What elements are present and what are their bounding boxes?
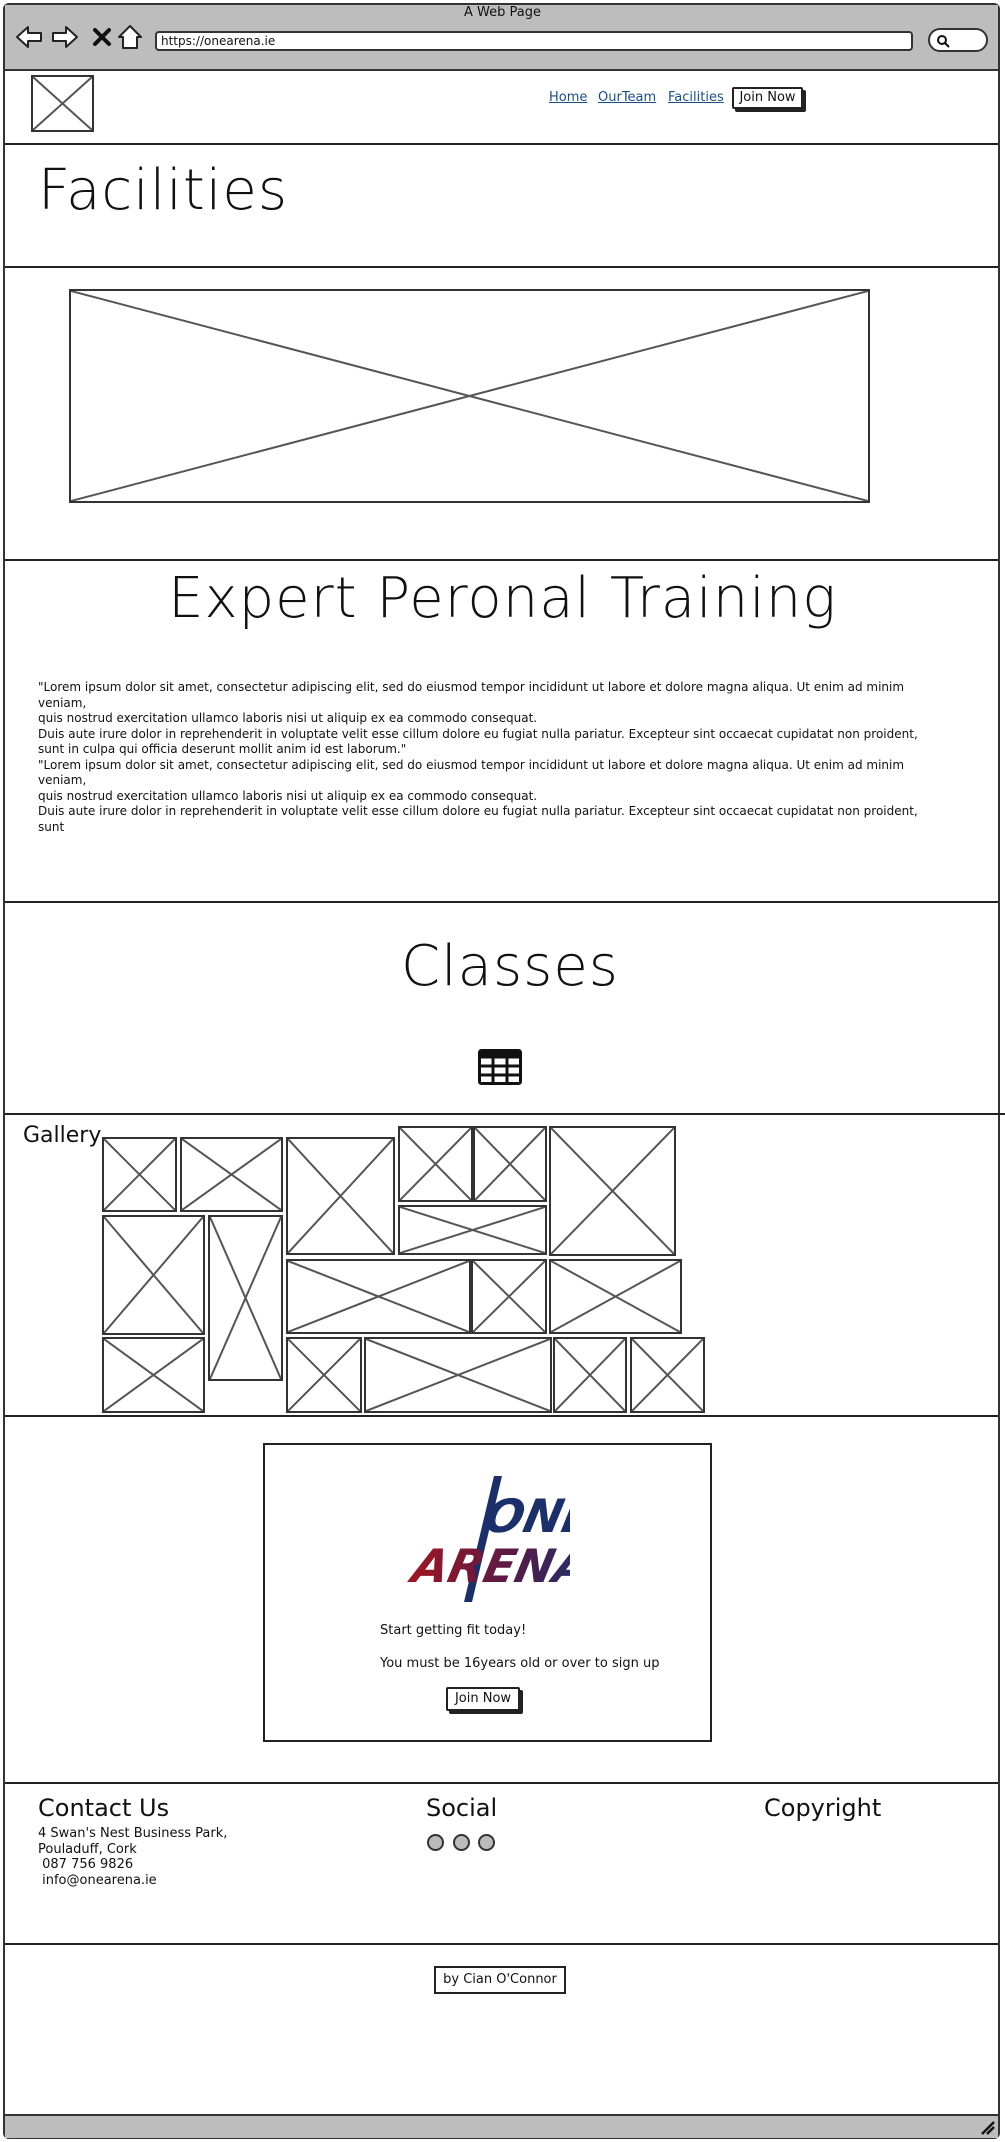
text-line: Duis aute irure dolor in reprehenderit i… <box>38 804 918 834</box>
divider <box>5 1415 998 1417</box>
window-title: A Web Page <box>464 5 541 20</box>
gallery-image-placeholder[interactable] <box>102 1215 205 1335</box>
join-now-nav-button[interactable]: Join Now <box>732 87 803 109</box>
gallery-image-placeholder[interactable] <box>549 1259 682 1334</box>
contact-phone: 087 756 9826 <box>38 1857 134 1872</box>
gallery-image-placeholder[interactable] <box>630 1337 705 1413</box>
gallery-image-placeholder[interactable] <box>364 1337 552 1413</box>
contact-details: 4 Swan's Nest Business Park, Pouladuff, … <box>38 1826 227 1888</box>
search-field[interactable] <box>928 28 988 52</box>
gallery-label: Gallery <box>23 1123 102 1148</box>
divider <box>5 143 998 145</box>
signup-tagline: Start getting fit today! <box>380 1623 527 1638</box>
contact-email[interactable]: info@onearena.ie <box>38 1873 227 1889</box>
table-grid-icon[interactable] <box>478 1049 522 1085</box>
nav-link-ourteam[interactable]: OurTeam <box>598 90 656 105</box>
gallery-image-placeholder[interactable] <box>286 1259 471 1334</box>
home-icon[interactable] <box>115 22 145 52</box>
nav-link-home[interactable]: Home <box>549 90 587 105</box>
copyright-heading: Copyright <box>764 1794 882 1822</box>
svg-text:ARENA: ARENA <box>404 1539 570 1592</box>
svg-text:ONE: ONE <box>480 1489 570 1542</box>
resize-grip-icon[interactable] <box>978 2118 996 2136</box>
divider <box>5 266 998 268</box>
gallery-image-placeholder[interactable] <box>208 1215 283 1381</box>
divider <box>5 1113 1005 1115</box>
gallery-image-placeholder[interactable] <box>286 1137 395 1255</box>
training-text: "Lorem ipsum dolor sit amet, consectetur… <box>38 680 926 835</box>
text-line: quis nostrud exercitation ullamco labori… <box>38 788 538 803</box>
gallery-image-placeholder[interactable] <box>553 1337 627 1413</box>
gallery-image-placeholder[interactable] <box>286 1337 362 1413</box>
social-icon[interactable] <box>478 1834 495 1851</box>
status-bar <box>5 2114 998 2138</box>
text-line: "Lorem ipsum dolor sit amet, consectetur… <box>38 757 905 788</box>
gallery-image-placeholder[interactable] <box>398 1126 473 1202</box>
author-credit: by Cian O'Connor <box>434 1966 566 1994</box>
social-icon[interactable] <box>453 1834 470 1851</box>
signup-join-now-button[interactable]: Join Now <box>446 1687 520 1711</box>
forward-arrow-icon[interactable] <box>50 22 80 52</box>
classes-heading: Classes <box>401 934 619 999</box>
text-line: quis nostrud exercitation ullamco labori… <box>38 711 538 725</box>
nav-link-facilities[interactable]: Facilities <box>668 90 724 105</box>
contact-heading: Contact Us <box>38 1794 170 1822</box>
back-arrow-icon[interactable] <box>14 22 44 52</box>
social-icon[interactable] <box>427 1834 444 1851</box>
gallery-image-placeholder[interactable] <box>549 1126 676 1256</box>
site-logo-placeholder[interactable] <box>31 75 94 132</box>
gallery-image-placeholder[interactable] <box>102 1337 205 1413</box>
address-bar[interactable]: https://onearena.ie <box>155 31 913 51</box>
training-heading: Expert Peronal Training <box>168 566 837 631</box>
gallery-image-placeholder[interactable] <box>473 1126 547 1202</box>
contact-address-line-2: Pouladuff, Cork <box>38 1841 137 1857</box>
text-line: Duis aute irure dolor in reprehenderit i… <box>38 726 918 757</box>
divider <box>5 559 998 561</box>
hero-image-placeholder <box>69 289 870 503</box>
gallery-image-placeholder[interactable] <box>102 1137 177 1212</box>
search-icon <box>937 35 950 48</box>
signup-age-note: You must be 16years old or over to sign … <box>380 1656 660 1671</box>
gallery-image-placeholder[interactable] <box>180 1137 283 1212</box>
divider <box>5 1943 998 1945</box>
page-title: Facilities <box>38 158 288 223</box>
gallery-image-placeholder[interactable] <box>398 1205 547 1255</box>
divider <box>5 901 998 903</box>
text-line: "Lorem ipsum dolor sit amet, consectetur… <box>38 680 905 710</box>
divider <box>5 1782 998 1784</box>
social-heading: Social <box>426 1794 498 1822</box>
one-arena-logo: ONE ARENA <box>400 1474 600 1604</box>
contact-address-line-1: 4 Swan's Nest Business Park, <box>38 1826 228 1841</box>
gallery-image-placeholder[interactable] <box>471 1259 547 1334</box>
